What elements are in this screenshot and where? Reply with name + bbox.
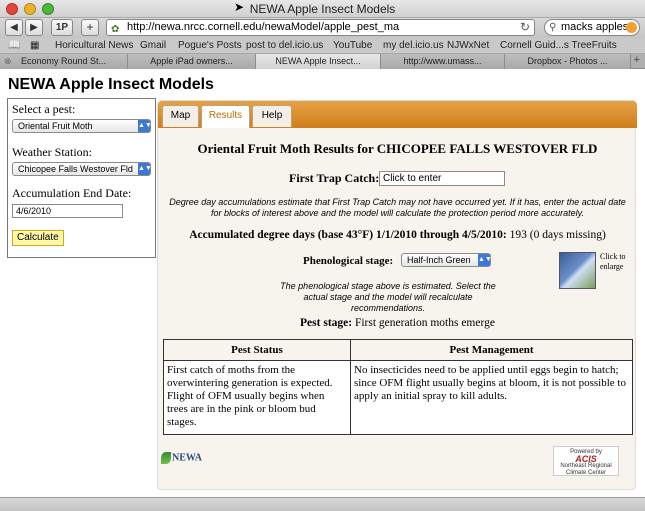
end-date-input[interactable]: 4/6/2010: [12, 204, 123, 218]
calculate-button[interactable]: Calculate: [12, 230, 64, 246]
pest-management-cell: No insecticides need to be applied until…: [350, 360, 633, 435]
pheno-stage-note: The phenological stage above is estimate…: [280, 281, 496, 313]
search-text: macks apples: [561, 21, 629, 33]
station-select-value: Chicopee Falls Westover Fld: [18, 164, 133, 174]
mouse-cursor-icon: ➤: [234, 0, 245, 14]
bookmark-item[interactable]: post to del.icio.us: [246, 40, 323, 51]
click-to-enlarge-link[interactable]: Click to enlarge: [600, 252, 634, 272]
bookmark-item[interactable]: Cornell Guid...s TreeFruits: [500, 40, 617, 51]
search-field[interactable]: ⚲ macks apples: [544, 19, 640, 36]
reload-icon[interactable]: ↻: [520, 20, 530, 35]
bookmark-item[interactable]: YouTube: [333, 40, 372, 51]
degree-day-value: 193 (0 days missing): [509, 229, 606, 241]
show-bookmarks-icon[interactable]: 📖: [8, 40, 20, 51]
new-tab-icon[interactable]: +: [634, 54, 640, 66]
bookmark-item[interactable]: Pogue's Posts: [178, 40, 242, 51]
select-arrows-icon: ▲▼: [138, 163, 152, 175]
search-go-icon[interactable]: [626, 22, 637, 33]
model-sidebar: Select a pest: Oriental Fruit Moth ▲▼ We…: [7, 98, 156, 258]
degree-day-label: Accumulated degree days (base 43°F) 1/1/…: [189, 229, 507, 241]
status-bar: [0, 497, 645, 511]
browser-tab[interactable]: http://www.umass...: [381, 54, 505, 69]
pest-label: Select a pest:: [12, 102, 76, 116]
page-title: NEWA Apple Insect Models: [8, 76, 214, 93]
pheno-stage-label: Phenological stage:: [303, 255, 394, 267]
window-title: NEWA Apple Insect Models: [249, 2, 396, 16]
search-icon: ⚲: [549, 22, 557, 33]
select-arrows-icon: ▲▼: [478, 254, 492, 266]
tab-map[interactable]: Map: [162, 105, 199, 127]
bookmark-item[interactable]: Horicultural News: [55, 40, 133, 51]
browser-tab[interactable]: Dropbox - Photos ...: [505, 54, 631, 69]
bookmark-item[interactable]: my del.icio.us: [383, 40, 444, 51]
window-titlebar: NEWA Apple Insect Models: [0, 0, 645, 18]
results-panel: Map Results Help Oriental Fruit Moth Res…: [157, 100, 637, 490]
panel-tab-strip: Map Results Help: [158, 101, 637, 128]
newa-logo[interactable]: NEWA: [161, 452, 202, 464]
pest-management-header: Pest Management: [350, 339, 633, 361]
pest-status-header: Pest Status: [163, 339, 351, 361]
pest-stage-label: Pest stage:: [300, 317, 353, 329]
browser-tab[interactable]: Apple iPad owners...: [128, 54, 256, 69]
select-arrows-icon: ▲▼: [138, 120, 152, 132]
browser-tab[interactable]: ⊗ Economy Round St...: [0, 54, 128, 69]
pheno-stage-value: Half-Inch Green: [407, 255, 471, 265]
bookmark-item[interactable]: NJWxNet: [447, 40, 489, 51]
top-sites-icon[interactable]: ▦: [30, 40, 39, 51]
date-label: Accumulation End Date:: [12, 186, 132, 200]
address-bar[interactable]: ✿ http://newa.nrcc.cornell.edu/newaModel…: [106, 19, 535, 36]
tab-help[interactable]: Help: [252, 105, 292, 127]
browser-toolbar: ◀ ▶ 1P + ✿ http://newa.nrcc.cornell.edu/…: [0, 18, 645, 38]
station-select[interactable]: Chicopee Falls Westover Fld ▲▼: [12, 162, 152, 176]
pest-select-value: Oriental Fruit Moth: [18, 121, 93, 131]
pest-status-cell: First catch of moths from the overwinter…: [163, 360, 351, 435]
acis-logo[interactable]: Powered by ACIS Northeast Regional Clima…: [553, 446, 619, 476]
degree-day-line: Accumulated degree days (base 43°F) 1/1/…: [158, 229, 637, 241]
browser-tab-strip: ⊗ Economy Round St... Apple iPad owners..…: [0, 54, 645, 69]
forward-button[interactable]: ▶: [25, 19, 43, 36]
pest-stage-value: First generation moths emerge: [354, 317, 495, 329]
first-trap-input[interactable]: Click to enter: [379, 171, 505, 186]
url-text: http://newa.nrcc.cornell.edu/newaModel/a…: [127, 21, 400, 33]
pest-select[interactable]: Oriental Fruit Moth ▲▼: [12, 119, 152, 133]
pest-table: Pest Status Pest Management First catch …: [163, 339, 633, 435]
acis-subtitle: Northeast Regional Climate Center: [560, 463, 612, 476]
pheno-stage-thumbnail[interactable]: [559, 252, 596, 289]
site-favicon-icon: ✿: [111, 24, 120, 35]
pest-stage-line: Pest stage: First generation moths emerg…: [158, 317, 637, 329]
add-bookmark-button[interactable]: +: [81, 19, 99, 36]
newa-leaf-icon: [161, 452, 171, 464]
pheno-stage-select[interactable]: Half-Inch Green ▲▼: [401, 253, 492, 267]
close-tab-icon[interactable]: ⊗: [4, 54, 12, 68]
browser-tab-active[interactable]: NEWA Apple Insect...: [256, 54, 381, 69]
first-trap-label: First Trap Catch:: [289, 171, 380, 185]
station-label: Weather Station:: [12, 145, 93, 159]
onepassword-button[interactable]: 1P: [51, 19, 73, 36]
bookmark-item[interactable]: Gmail: [140, 40, 166, 51]
back-button[interactable]: ◀: [5, 19, 23, 36]
bookmarks-bar: 📖 ▦ Horicultural News Gmail Pogue's Post…: [0, 38, 645, 54]
tab-results[interactable]: Results: [201, 105, 250, 128]
results-title: Oriental Fruit Moth Results for CHICOPEE…: [197, 141, 598, 156]
acis-name: ACIS: [575, 454, 597, 464]
degree-day-note: Degree day accumulations estimate that F…: [169, 197, 626, 218]
